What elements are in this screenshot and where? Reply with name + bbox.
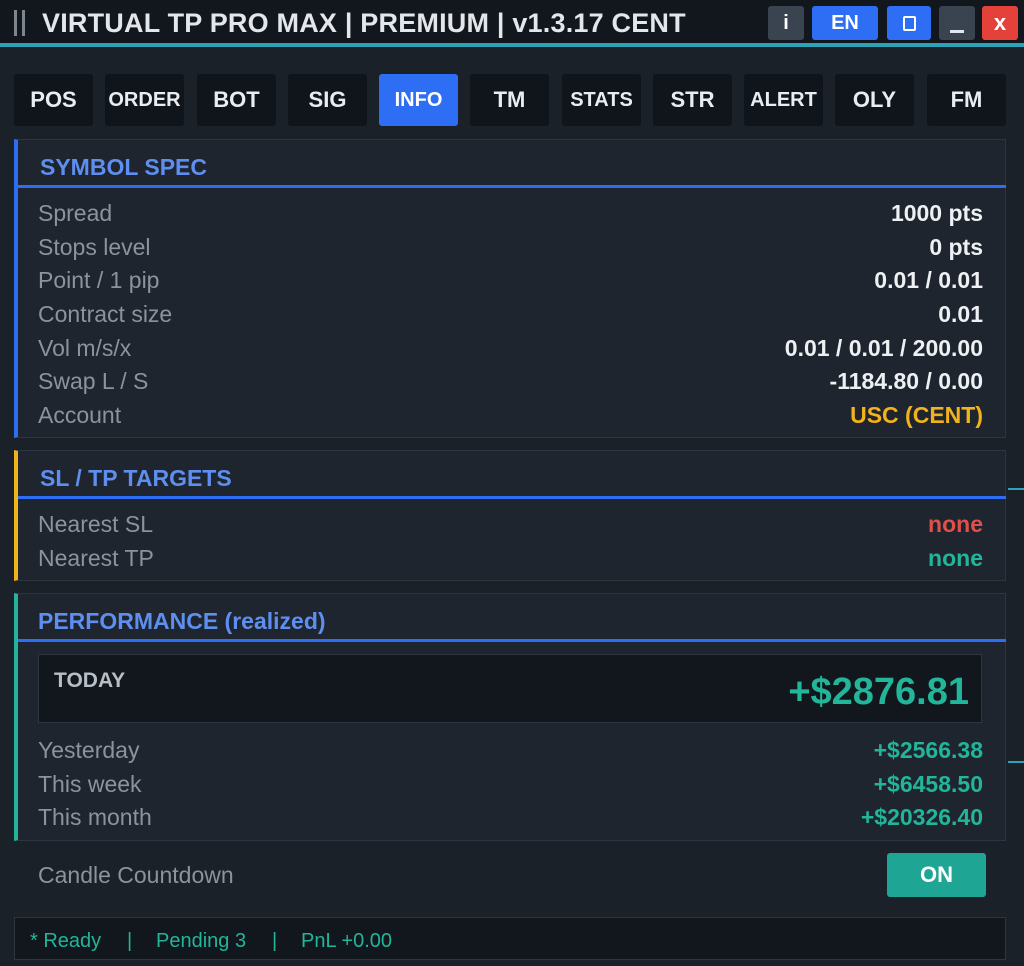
edge-connector	[1008, 488, 1024, 490]
performance-title: PERFORMANCE (realized)	[38, 608, 326, 634]
minimize-icon	[950, 29, 964, 33]
window-title: VIRTUAL TP PRO MAX | PREMIUM | v1.3.17 C…	[42, 8, 686, 38]
tab-tm[interactable]: TM	[470, 74, 549, 126]
tab-stats[interactable]: STATS	[562, 74, 641, 126]
tab-order[interactable]: ORDER	[105, 74, 184, 126]
perf-row-this-month: This month +$20326.40	[18, 802, 1005, 836]
spec-row-swap: Swap L / S -1184.80 / 0.00	[18, 366, 1005, 400]
spec-row-point-pip: Point / 1 pip 0.01 / 0.01	[18, 265, 1005, 299]
nearest-tp-row: Nearest TP none	[18, 543, 1005, 577]
minimize-button[interactable]	[939, 6, 975, 40]
spec-row-volume: Vol m/s/x 0.01 / 0.01 / 200.00	[18, 333, 1005, 367]
spec-row-spread: Spread 1000 pts	[18, 198, 1005, 232]
edge-connector	[1008, 761, 1024, 763]
spec-row-stops-level: Stops level 0 pts	[18, 232, 1005, 266]
tab-str[interactable]: STR	[653, 74, 732, 126]
nearest-tp-label: Nearest TP	[38, 544, 154, 571]
spec-row-contract-size: Contract size 0.01	[18, 299, 1005, 333]
perf-value: +$2566.38	[873, 737, 983, 763]
spec-label: Account	[38, 402, 122, 429]
tab-pos[interactable]: POS	[14, 74, 93, 126]
spec-label: Point / 1 pip	[38, 267, 160, 294]
spec-label: Stops level	[38, 233, 151, 260]
perf-value: +$20326.40	[860, 804, 983, 831]
spec-value: 0.01	[938, 301, 983, 328]
perf-label: Yesterday	[38, 737, 140, 763]
status-bar: * Ready | Pending 3 | PnL +0.00	[14, 917, 1006, 960]
today-label: TODAY	[54, 669, 126, 692]
status-separator: |	[272, 930, 278, 952]
tab-alert[interactable]: ALERT	[744, 74, 823, 126]
perf-label: This week	[38, 770, 142, 797]
nearest-sl-label: Nearest SL	[38, 511, 154, 537]
tab-bot[interactable]: BOT	[197, 74, 276, 126]
today-pnl-box: TODAY +$2876.81	[38, 654, 982, 723]
symbol-spec-header: SYMBOL SPEC	[18, 140, 1006, 188]
sl-tp-title: SL / TP TARGETS	[40, 465, 232, 491]
today-value: +$2876.81	[788, 671, 969, 713]
perf-value: +$6458.50	[873, 770, 983, 797]
perf-label: This month	[38, 804, 152, 831]
spec-label: Contract size	[38, 301, 173, 328]
status-separator: |	[127, 930, 133, 952]
sl-tp-header: SL / TP TARGETS	[18, 451, 1006, 499]
title-bar[interactable]: VIRTUAL TP PRO MAX | PREMIUM | v1.3.17 C…	[0, 0, 1024, 47]
tab-sig[interactable]: SIG	[288, 74, 367, 126]
tab-bar: POS ORDER BOT SIG INFO TM STATS STR ALER…	[14, 74, 1006, 126]
spec-value: 0.01 / 0.01 / 200.00	[784, 334, 983, 361]
spec-value: 0.01 / 0.01	[874, 267, 983, 294]
tab-info[interactable]: INFO	[379, 74, 458, 126]
tab-fm[interactable]: FM	[927, 74, 1006, 126]
close-button[interactable]: x	[982, 6, 1018, 40]
nearest-sl-row: Nearest SL none	[18, 509, 1005, 543]
symbol-spec-title: SYMBOL SPEC	[40, 154, 207, 180]
account-type-value: USC (CENT)	[850, 402, 983, 429]
perf-row-yesterday: Yesterday +$2566.38	[18, 735, 1005, 769]
spec-label: Spread	[38, 200, 113, 226]
spec-value: 0 pts	[929, 233, 983, 260]
spec-value: -1184.80 / 0.00	[829, 368, 983, 395]
info-button[interactable]: i	[768, 6, 804, 40]
performance-panel: PERFORMANCE (realized) TODAY +$2876.81 Y…	[14, 593, 1006, 841]
perf-row-this-week: This week +$6458.50	[18, 769, 1005, 803]
maximize-icon	[902, 15, 916, 31]
symbol-spec-panel: SYMBOL SPEC Spread 1000 pts Stops level …	[14, 139, 1006, 438]
spec-row-account: Account USC (CENT)	[18, 400, 1005, 434]
performance-header: PERFORMANCE (realized)	[18, 594, 1006, 642]
maximize-button[interactable]	[887, 6, 931, 40]
title-accent-line	[0, 43, 1024, 47]
spec-label: Swap L / S	[38, 368, 149, 395]
nearest-sl-value: none	[928, 511, 983, 537]
status-pending: Pending 3	[156, 930, 247, 952]
status-pnl: PnL +0.00	[301, 930, 393, 952]
spec-label: Vol m/s/x	[38, 334, 132, 361]
spec-value: 1000 pts	[890, 200, 983, 226]
nearest-tp-value: none	[928, 544, 983, 571]
language-button[interactable]: EN	[812, 6, 878, 40]
status-ready: * Ready	[30, 930, 102, 952]
drag-handle-icon[interactable]	[14, 10, 28, 36]
candle-countdown-toggle[interactable]: ON	[887, 853, 986, 897]
candle-countdown-label: Candle Countdown	[38, 862, 234, 888]
tab-oly[interactable]: OLY	[835, 74, 914, 126]
sl-tp-panel: SL / TP TARGETS Nearest SL none Nearest …	[14, 450, 1006, 581]
